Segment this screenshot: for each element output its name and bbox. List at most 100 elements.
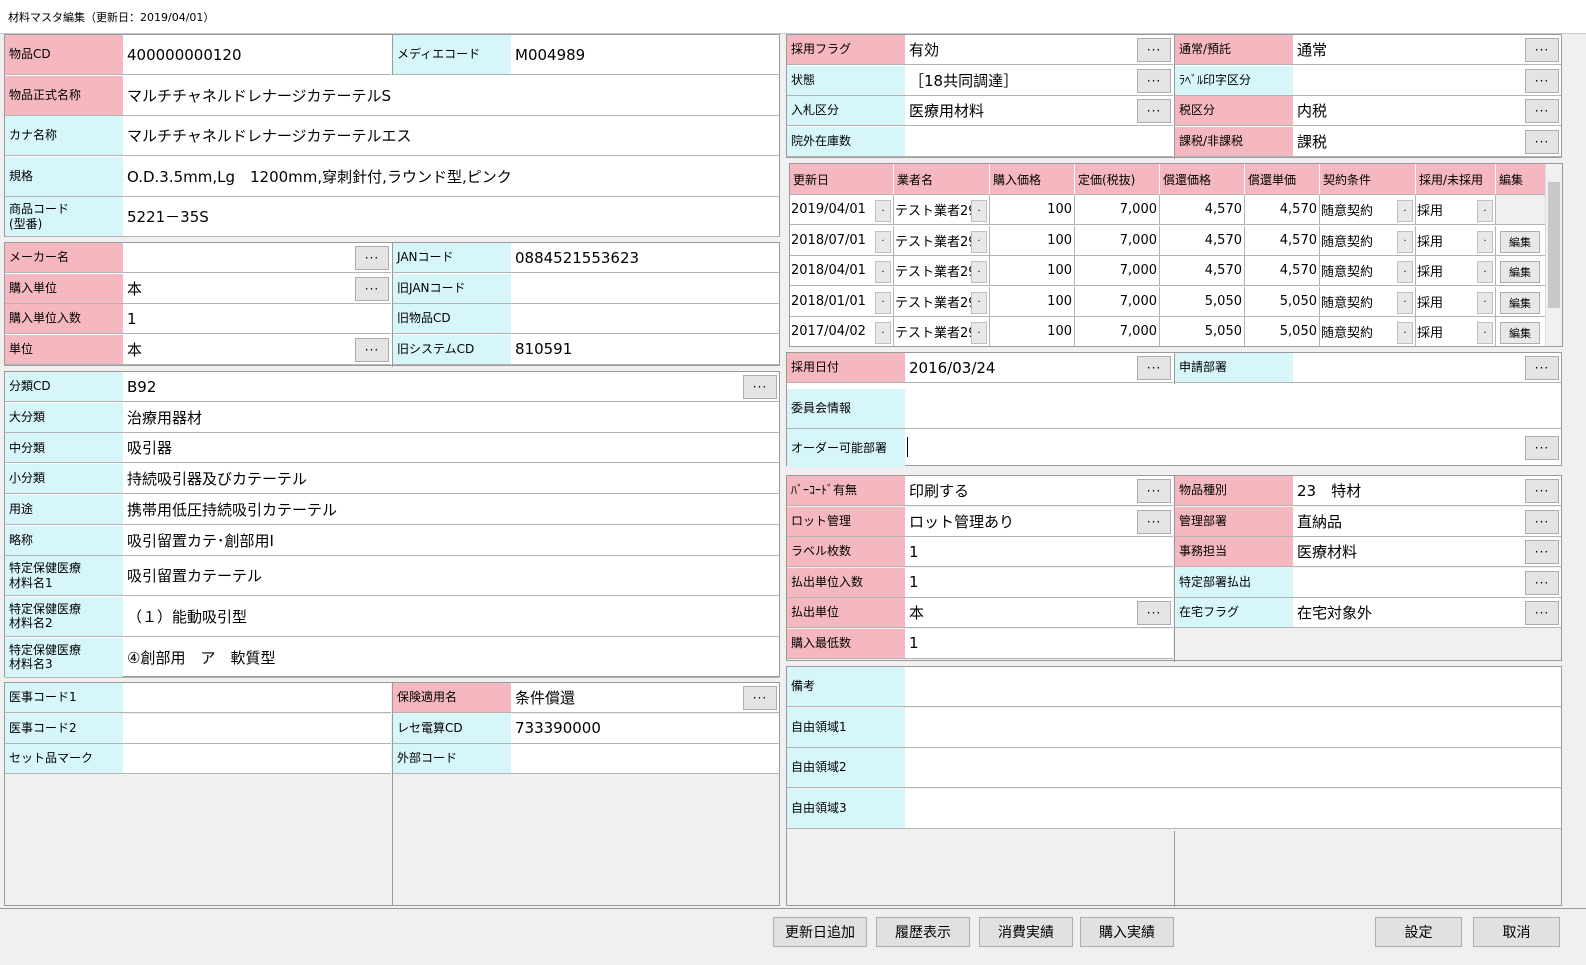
- midR-4-lookup-button[interactable]: ···: [1525, 601, 1559, 625]
- grid-edit-button[interactable]: 編集: [1500, 230, 1540, 253]
- grid-cell-償還価格[interactable]: 4,570: [1160, 225, 1245, 255]
- grid-cell-採用/未採用[interactable]: 採用 ·: [1416, 195, 1496, 224]
- grid-cell-定価(税抜)[interactable]: 7,000: [1075, 317, 1160, 346]
- grid-dropdown-button[interactable]: ·: [875, 291, 891, 314]
- codeR-1-field[interactable]: 733390000: [515, 714, 779, 743]
- topL-3-field[interactable]: [909, 127, 1173, 156]
- grid-cell-業者名[interactable]: テスト業者29 ·: [894, 286, 990, 316]
- codeR-0-lookup-button[interactable]: ···: [743, 686, 777, 710]
- codeL-2-field[interactable]: [127, 744, 391, 773]
- settings-button[interactable]: 設定: [1375, 917, 1462, 947]
- grid-header-0[interactable]: 更新日: [790, 164, 894, 195]
- jan-1-field[interactable]: [515, 274, 779, 303]
- grid-cell-採用/未採用[interactable]: 採用 ·: [1416, 256, 1496, 285]
- grid-cell-購入価格[interactable]: 100: [990, 225, 1075, 255]
- grid-cell-定価(税抜)[interactable]: 7,000: [1075, 256, 1160, 285]
- grid-dropdown-button[interactable]: ·: [1397, 200, 1413, 222]
- grid-cell-契約条件[interactable]: 随意契約 ·: [1320, 256, 1416, 285]
- jan-2-field[interactable]: [515, 304, 779, 333]
- grid-cell-償還単価[interactable]: 4,570: [1245, 256, 1320, 285]
- topR-2-lookup-button[interactable]: ···: [1525, 99, 1559, 123]
- grid-row[interactable]: 2018/04/01 · テスト業者29 · 100 7,000 4,570 4,570 随意契…: [790, 256, 1546, 286]
- consumption-record-button[interactable]: 消費実績: [979, 917, 1073, 947]
- midR-3-lookup-button[interactable]: ···: [1525, 570, 1559, 595]
- grid-cell-定価(税抜)[interactable]: 7,000: [1075, 225, 1160, 255]
- grid-dropdown-button[interactable]: ·: [971, 261, 987, 283]
- grid-header-5[interactable]: 償還単価: [1245, 164, 1320, 195]
- grid-header-7[interactable]: 採用/未採用: [1416, 164, 1496, 195]
- grid-cell-定価(税抜)[interactable]: 7,000: [1075, 286, 1160, 316]
- grid-row[interactable]: 2019/04/01 · テスト業者29 · 100 7,000 4,570 4,570 随意契…: [790, 195, 1546, 225]
- codeR-0-field[interactable]: 条件償還: [515, 683, 739, 712]
- grid-cell-購入価格[interactable]: 100: [990, 256, 1075, 285]
- grid-cell-業者名[interactable]: テスト業者29 ·: [894, 317, 990, 346]
- grid-cell-契約条件[interactable]: 随意契約 ·: [1320, 317, 1416, 346]
- midL-5-field[interactable]: 1: [909, 629, 1173, 658]
- cancel-button[interactable]: 取消: [1473, 917, 1560, 947]
- apply-dept-field[interactable]: [1297, 353, 1521, 382]
- grid-cell-償還価格[interactable]: 5,050: [1160, 286, 1245, 316]
- class-2-field[interactable]: 吸引器: [127, 433, 779, 462]
- class-1-field[interactable]: 治療用器材: [127, 403, 779, 432]
- maker-0-lookup-button[interactable]: ···: [355, 246, 389, 270]
- note-1-field[interactable]: [909, 708, 1561, 747]
- grid-dropdown-button[interactable]: ·: [875, 261, 891, 283]
- midL-4-lookup-button[interactable]: ···: [1137, 601, 1171, 625]
- grid-cell-償還単価[interactable]: 4,570: [1245, 195, 1320, 224]
- grid-cell-購入価格[interactable]: 100: [990, 286, 1075, 316]
- midR-1-field[interactable]: 直納品: [1297, 507, 1521, 536]
- grid-cell-採用/未採用[interactable]: 採用 ·: [1416, 225, 1496, 255]
- grid-dropdown-button[interactable]: ·: [1477, 322, 1493, 344]
- midR-2-lookup-button[interactable]: ···: [1525, 540, 1559, 564]
- class-6-field[interactable]: 吸引留置カテーテル: [127, 556, 779, 595]
- grid-cell-購入価格[interactable]: 100: [990, 195, 1075, 224]
- midR-3-field[interactable]: [1297, 568, 1521, 597]
- midL-4-field[interactable]: 本: [909, 598, 1133, 627]
- grid-row[interactable]: 2017/04/02 · テスト業者29 · 100 7,000 5,050 5,050 随意契…: [790, 317, 1546, 346]
- codeR-2-field[interactable]: [515, 744, 779, 773]
- midL-1-lookup-button[interactable]: ···: [1137, 509, 1171, 534]
- class-3-field[interactable]: 持続吸引器及びカテーテル: [127, 464, 779, 493]
- midR-0-field[interactable]: 23 特材: [1297, 476, 1521, 505]
- midR-4-field[interactable]: 在宅対象外: [1297, 598, 1521, 627]
- topR-1-lookup-button[interactable]: ···: [1525, 68, 1559, 93]
- grid-cell-採用/未採用[interactable]: 採用 ·: [1416, 317, 1496, 346]
- grid-cell-償還単価[interactable]: 5,050: [1245, 317, 1320, 346]
- jan-0-field[interactable]: 0884521553623: [515, 243, 779, 272]
- class-0-lookup-button[interactable]: ···: [743, 375, 777, 399]
- codeL-1-field[interactable]: [127, 714, 391, 743]
- show-history-button[interactable]: 履歴表示: [876, 917, 970, 947]
- grid-dropdown-button[interactable]: ·: [1397, 322, 1413, 344]
- class-0-field[interactable]: B92: [127, 372, 739, 401]
- midL-0-field[interactable]: 印刷する: [909, 476, 1133, 505]
- grid-header-1[interactable]: 業者名: [894, 164, 990, 195]
- midR-2-field[interactable]: 医療材料: [1297, 537, 1521, 566]
- topR-1-field[interactable]: [1297, 66, 1521, 95]
- grid-dropdown-button[interactable]: ·: [1397, 230, 1413, 253]
- midR-0-lookup-button[interactable]: ···: [1525, 479, 1559, 503]
- midL-1-field[interactable]: ロット管理あり: [909, 507, 1133, 536]
- grid-header-8[interactable]: 編集: [1496, 164, 1546, 195]
- grid-dropdown-button[interactable]: ·: [971, 230, 987, 253]
- class-8-field[interactable]: ④創部用 ア 軟質型: [127, 638, 779, 677]
- grid-edit-button[interactable]: 編集: [1500, 291, 1540, 314]
- grid-dropdown-button[interactable]: ·: [875, 322, 891, 344]
- grid-dropdown-button[interactable]: ·: [875, 230, 891, 253]
- grid-edit-button[interactable]: 編集: [1500, 322, 1540, 344]
- grid-cell-更新日[interactable]: 2019/04/01 ·: [790, 195, 894, 224]
- grid-cell-償還価格[interactable]: 5,050: [1160, 317, 1245, 346]
- grid-cell-更新日[interactable]: 2017/04/02 ·: [790, 317, 894, 346]
- scrollbar-thumb[interactable]: [1548, 182, 1560, 308]
- grid-header-6[interactable]: 契約条件: [1320, 164, 1416, 195]
- grid-cell-契約条件[interactable]: 随意契約 ·: [1320, 225, 1416, 255]
- topL-2-field[interactable]: 医療用材料: [909, 96, 1133, 125]
- midL-0-lookup-button[interactable]: ···: [1137, 479, 1171, 503]
- grid-dropdown-button[interactable]: ·: [971, 291, 987, 314]
- topL-0-field[interactable]: 有効: [909, 35, 1133, 64]
- topR-3-field[interactable]: 課税: [1297, 127, 1521, 156]
- grid-row[interactable]: 2018/07/01 · テスト業者29 · 100 7,000 4,570 4,570 随意契…: [790, 225, 1546, 256]
- class-4-field[interactable]: 携帯用低圧持続吸引カテーテル: [127, 495, 779, 524]
- grid-cell-償還価格[interactable]: 4,570: [1160, 195, 1245, 224]
- midL-3-field[interactable]: 1: [909, 568, 1173, 597]
- grid-header-4[interactable]: 償還価格: [1160, 164, 1245, 195]
